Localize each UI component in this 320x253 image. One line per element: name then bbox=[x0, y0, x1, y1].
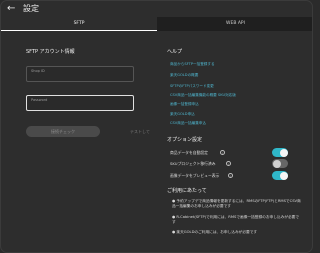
tab-web-api-label: WEB API bbox=[226, 21, 245, 26]
tab-sftp-label: SFTP bbox=[73, 21, 85, 26]
toggle-knob bbox=[279, 171, 288, 180]
settings-window: ← 設定 SFTP WEB API SFTP アカウント情報 Shop ID P… bbox=[0, 0, 313, 253]
header: ← 設定 bbox=[1, 1, 312, 18]
tab-web-api[interactable]: WEB API bbox=[157, 17, 312, 31]
image-preview-toggle[interactable] bbox=[272, 171, 288, 180]
shop-id-placeholder: Shop ID bbox=[31, 69, 45, 73]
page-title: 設定 bbox=[23, 4, 39, 13]
help-link-csv-overview[interactable]: CSV商品一括編集機能の概要 SKU対応版 bbox=[170, 93, 236, 98]
auto-setting-toggle[interactable] bbox=[272, 148, 288, 157]
option-label: 商品データを自動設定 bbox=[170, 150, 208, 155]
toggle-knob bbox=[279, 148, 288, 157]
help-link-csv-apply[interactable]: CSV商品一括編集申込 bbox=[170, 121, 206, 126]
help-link-gold-overview[interactable]: 楽天GOLDの概要 bbox=[170, 73, 198, 78]
sftp-account-heading: SFTP アカウント情報 bbox=[26, 49, 75, 55]
usage-note: ● 楽天GOLDのご利用には、お申し込みが必要です bbox=[172, 230, 258, 234]
usage-notes-heading: ご利用にあたって bbox=[167, 188, 207, 194]
option-sku-migrated: SKUプロジェクト移行済み i bbox=[170, 159, 290, 169]
usage-note: ● R-Cabinet(SFTP)で利用には、RMSで画像一括登録のお申し込みが… bbox=[172, 215, 300, 225]
test-button[interactable]: テストして bbox=[125, 126, 155, 137]
info-icon[interactable]: i bbox=[220, 150, 225, 155]
info-icon[interactable]: i bbox=[228, 173, 233, 178]
help-link-image-bulk[interactable]: 画像一括登録申込 bbox=[170, 102, 199, 107]
back-arrow-icon[interactable]: ← bbox=[7, 4, 15, 14]
help-link-sftp-register[interactable]: 商品からSFTP一括登録する bbox=[170, 62, 215, 67]
option-auto-setting: 商品データを自動設定 i bbox=[170, 148, 290, 158]
toggle-knob bbox=[272, 159, 281, 168]
tab-bar: SFTP WEB API bbox=[1, 17, 312, 31]
shop-id-field[interactable]: Shop ID bbox=[26, 66, 134, 82]
password-field[interactable]: Password bbox=[26, 95, 134, 111]
active-tab-indicator bbox=[1, 30, 157, 31]
tab-sftp[interactable]: SFTP bbox=[1, 17, 157, 31]
info-icon[interactable]: i bbox=[226, 161, 231, 166]
usage-note: ● 予約アップデで商品情報を更新するには、RMSのFTP(FTP)とRMSでCS… bbox=[172, 199, 301, 209]
password-label: Password bbox=[31, 98, 48, 102]
option-label: 画像データをプレビュー表示 bbox=[170, 173, 220, 178]
help-link-ftp-password[interactable]: SFTPのFTPパスワード変更 bbox=[170, 84, 214, 89]
option-image-preview: 画像データをプレビュー表示 i bbox=[170, 171, 290, 181]
help-link-gold-apply[interactable]: 楽天GOLD申込 bbox=[170, 112, 195, 117]
options-heading: オプション設定 bbox=[167, 137, 203, 143]
connection-check-button[interactable]: 接続チェック bbox=[26, 126, 100, 137]
option-label: SKUプロジェクト移行済み bbox=[170, 161, 216, 166]
help-heading: ヘルプ bbox=[167, 49, 183, 55]
sku-migrated-toggle[interactable] bbox=[272, 159, 288, 168]
